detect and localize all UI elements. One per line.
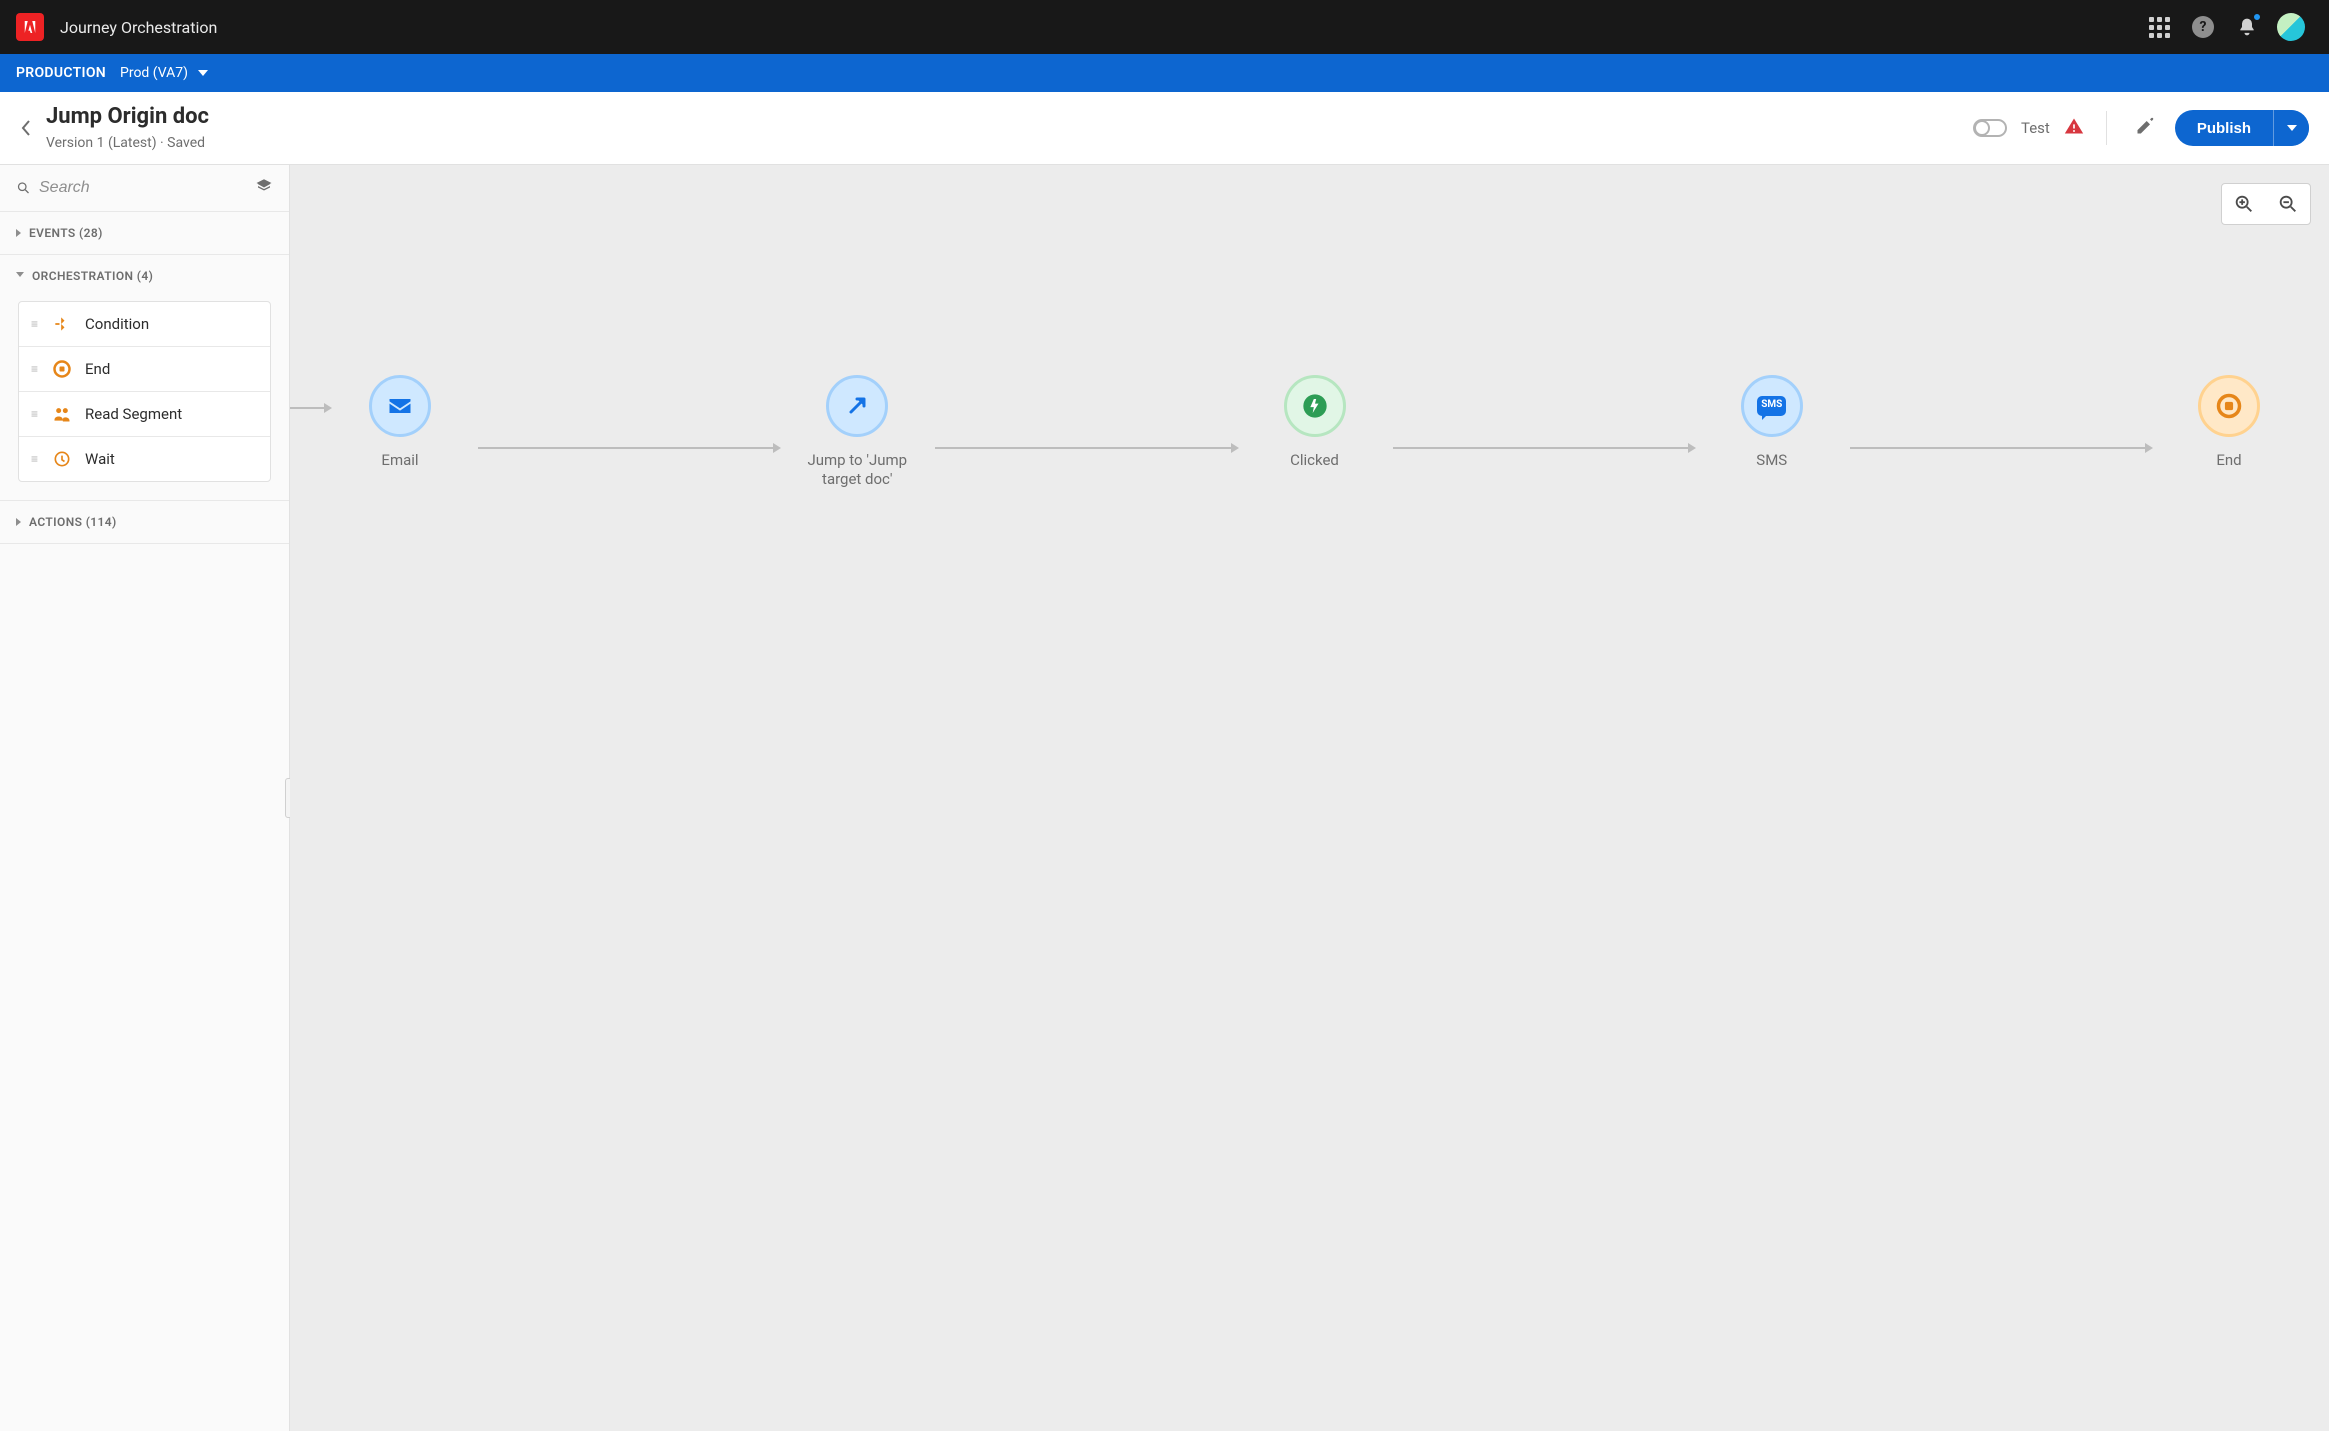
page-header: Jump Origin doc Version 1 (Latest) · Sav…: [0, 92, 2329, 165]
end-icon: [2215, 392, 2243, 420]
chevron-down-icon: [16, 272, 24, 281]
section-orchestration-label: ORCHESTRATION (4): [32, 269, 153, 283]
node-label: Jump to 'Jump target doc': [787, 451, 927, 489]
flow-arrow: [1850, 447, 2151, 449]
test-toggle-label: Test: [2021, 119, 2050, 137]
section-orchestration-header[interactable]: ORCHESTRATION (4): [0, 255, 289, 297]
publish-split-button: Publish: [2175, 110, 2309, 146]
chevron-right-icon: [16, 518, 21, 526]
node-label: Clicked: [1290, 451, 1339, 470]
page-title: Jump Origin doc: [46, 104, 209, 130]
palette-sidebar: EVENTS (28) ORCHESTRATION (4) ≡ Conditio…: [0, 165, 290, 1431]
section-actions-header[interactable]: ACTIONS (114): [0, 501, 289, 543]
zoom-out-button[interactable]: [2266, 184, 2310, 224]
search-icon: [16, 179, 31, 197]
zoom-in-button[interactable]: [2222, 184, 2266, 224]
section-events-label: EVENTS (28): [29, 226, 103, 240]
clicked-icon: [1301, 392, 1329, 420]
chevron-right-icon: [16, 229, 21, 237]
node-label: Email: [381, 451, 418, 470]
node-sms[interactable]: SMS SMS: [1702, 375, 1842, 470]
chevron-down-icon: [198, 70, 208, 76]
node-label: SMS: [1756, 451, 1787, 470]
layers-icon[interactable]: [255, 177, 273, 199]
palette-item-label: Wait: [85, 450, 115, 468]
wait-icon: [51, 449, 73, 469]
condition-icon: [51, 314, 73, 334]
end-icon: [51, 359, 73, 379]
flow-arrow: [478, 447, 779, 449]
back-button[interactable]: [10, 104, 44, 152]
page-subtitle: Version 1 (Latest) · Saved: [46, 135, 209, 152]
zoom-controls: [2221, 183, 2311, 225]
test-toggle[interactable]: [1973, 119, 2007, 137]
divider: [2106, 111, 2107, 145]
palette-item-wait[interactable]: ≡ Wait: [19, 437, 270, 481]
edit-button[interactable]: [2129, 110, 2161, 146]
chevron-down-icon: [2287, 125, 2297, 131]
drag-handle-icon: ≡: [31, 452, 39, 466]
env-selected: Prod (VA7): [120, 65, 188, 81]
palette-item-condition[interactable]: ≡ Condition: [19, 302, 270, 347]
section-events-header[interactable]: EVENTS (28): [0, 212, 289, 254]
section-actions-label: ACTIONS (114): [29, 515, 117, 529]
help-icon[interactable]: ?: [2183, 7, 2223, 47]
drag-handle-icon: ≡: [31, 362, 39, 376]
section-orchestration: ORCHESTRATION (4) ≡ Condition ≡ End: [0, 255, 289, 501]
email-icon: [386, 392, 414, 420]
palette-item-label: Read Segment: [85, 405, 182, 423]
app-title: Journey Orchestration: [60, 18, 217, 37]
section-actions: ACTIONS (114): [0, 501, 289, 544]
section-events: EVENTS (28): [0, 212, 289, 255]
jump-icon: [845, 394, 869, 418]
avatar[interactable]: [2271, 7, 2311, 47]
global-header: Journey Orchestration ?: [0, 0, 2329, 54]
node-end[interactable]: End: [2159, 375, 2299, 470]
node-label: End: [2216, 451, 2241, 470]
app-switcher-icon[interactable]: [2139, 7, 2179, 47]
palette-item-label: Condition: [85, 315, 149, 333]
sms-icon: SMS: [1757, 396, 1786, 416]
palette-item-end[interactable]: ≡ End: [19, 347, 270, 392]
notifications-icon[interactable]: [2227, 7, 2267, 47]
palette-item-label: End: [85, 360, 110, 378]
alert-icon[interactable]: [2064, 116, 2084, 140]
node-email[interactable]: Email: [330, 375, 470, 470]
env-label: PRODUCTION: [16, 65, 106, 81]
palette-item-read-segment[interactable]: ≡ Read Segment: [19, 392, 270, 437]
publish-dropdown-button[interactable]: [2273, 110, 2309, 146]
drag-handle-icon: ≡: [31, 317, 39, 331]
flow-arrow: [1393, 447, 1694, 449]
read-segment-icon: [51, 404, 73, 424]
publish-button[interactable]: Publish: [2175, 110, 2273, 146]
node-clicked[interactable]: Clicked: [1245, 375, 1385, 470]
adobe-logo[interactable]: [16, 13, 44, 41]
journey-flow: Email Jump to 'Jump target doc' Clicked: [290, 375, 2299, 489]
search-input[interactable]: [39, 179, 247, 197]
drag-handle-icon: ≡: [31, 407, 39, 421]
notification-dot-icon: [2252, 12, 2262, 22]
flow-arrow: [935, 447, 1236, 449]
journey-canvas[interactable]: Email Jump to 'Jump target doc' Clicked: [290, 165, 2329, 1431]
sidebar-search: [0, 165, 289, 212]
env-selector[interactable]: Prod (VA7): [120, 65, 208, 81]
environment-bar: PRODUCTION Prod (VA7): [0, 54, 2329, 92]
node-jump[interactable]: Jump to 'Jump target doc': [787, 375, 927, 489]
